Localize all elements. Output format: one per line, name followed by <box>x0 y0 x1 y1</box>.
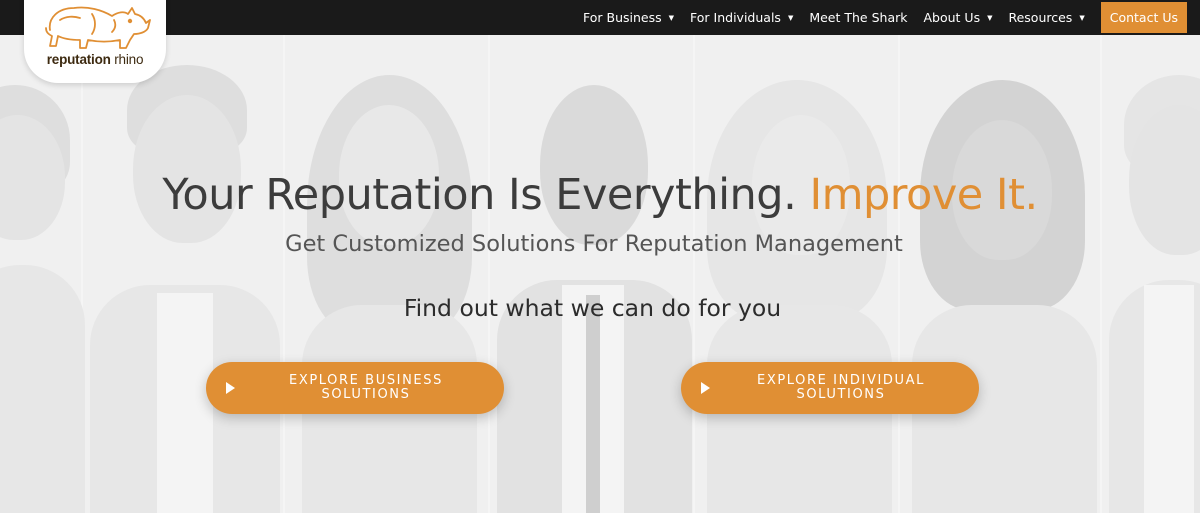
nav-item-resources[interactable]: Resources ▼ <box>1008 10 1084 25</box>
explore-individual-button[interactable]: EXPLORE INDIVIDUAL SOLUTIONS <box>681 362 979 414</box>
button-label-line: EXPLORE BUSINESS <box>289 373 443 388</box>
main-nav: For Business ▼ For Individuals ▼ Meet Th… <box>567 0 1187 35</box>
caret-down-icon: ▼ <box>668 13 675 22</box>
headline-accent: Improve It. <box>809 170 1038 220</box>
hero-overlay <box>0 35 1200 513</box>
nav-item-label: For Business <box>583 10 662 25</box>
caret-down-icon: ▼ <box>787 13 794 22</box>
logo-wordmark: reputation rhino <box>24 52 166 67</box>
hero-headline: Your Reputation Is Everything. Improve I… <box>0 170 1200 220</box>
rhino-logo-icon <box>45 6 151 49</box>
explore-business-button[interactable]: EXPLORE BUSINESS SOLUTIONS <box>206 362 504 414</box>
nav-item-for-business[interactable]: For Business ▼ <box>583 10 674 25</box>
nav-item-for-individuals[interactable]: For Individuals ▼ <box>690 10 793 25</box>
play-icon <box>226 382 235 394</box>
nav-item-about-us[interactable]: About Us ▼ <box>924 10 993 25</box>
page: Your Reputation Is Everything. Improve I… <box>0 0 1200 513</box>
caret-down-icon: ▼ <box>987 13 993 22</box>
button-label-line: SOLUTIONS <box>321 386 411 402</box>
nav-item-label: Resources <box>1008 10 1073 25</box>
explore-individual-label: EXPLORE INDIVIDUAL SOLUTIONS <box>721 374 961 401</box>
hero-section <box>0 35 1200 513</box>
nav-item-label: For Individuals <box>690 10 781 25</box>
headline-main: Your Reputation Is Everything. <box>162 170 797 220</box>
play-icon <box>701 382 710 394</box>
contact-us-button[interactable]: Contact Us <box>1100 2 1187 33</box>
logo-word-reputation: reputation <box>46 52 111 67</box>
explore-business-label: EXPLORE BUSINESS SOLUTIONS <box>246 374 486 401</box>
hero-cta-text: Find out what we can do for you <box>403 294 782 322</box>
button-label-line: SOLUTIONS <box>796 386 886 402</box>
top-nav-bar: For Business ▼ For Individuals ▼ Meet Th… <box>0 0 1200 35</box>
button-label-line: EXPLORE INDIVIDUAL <box>757 373 925 388</box>
nav-item-label: About Us <box>923 10 981 25</box>
nav-item-label: Meet The Shark <box>809 10 908 25</box>
logo[interactable]: reputation rhino <box>24 0 166 83</box>
logo-word-rhino: rhino <box>114 52 144 67</box>
hero-subheadline: Get Customized Solutions For Reputation … <box>285 231 903 257</box>
caret-down-icon: ▼ <box>1079 13 1085 22</box>
nav-item-meet-the-shark[interactable]: Meet The Shark <box>809 10 907 25</box>
